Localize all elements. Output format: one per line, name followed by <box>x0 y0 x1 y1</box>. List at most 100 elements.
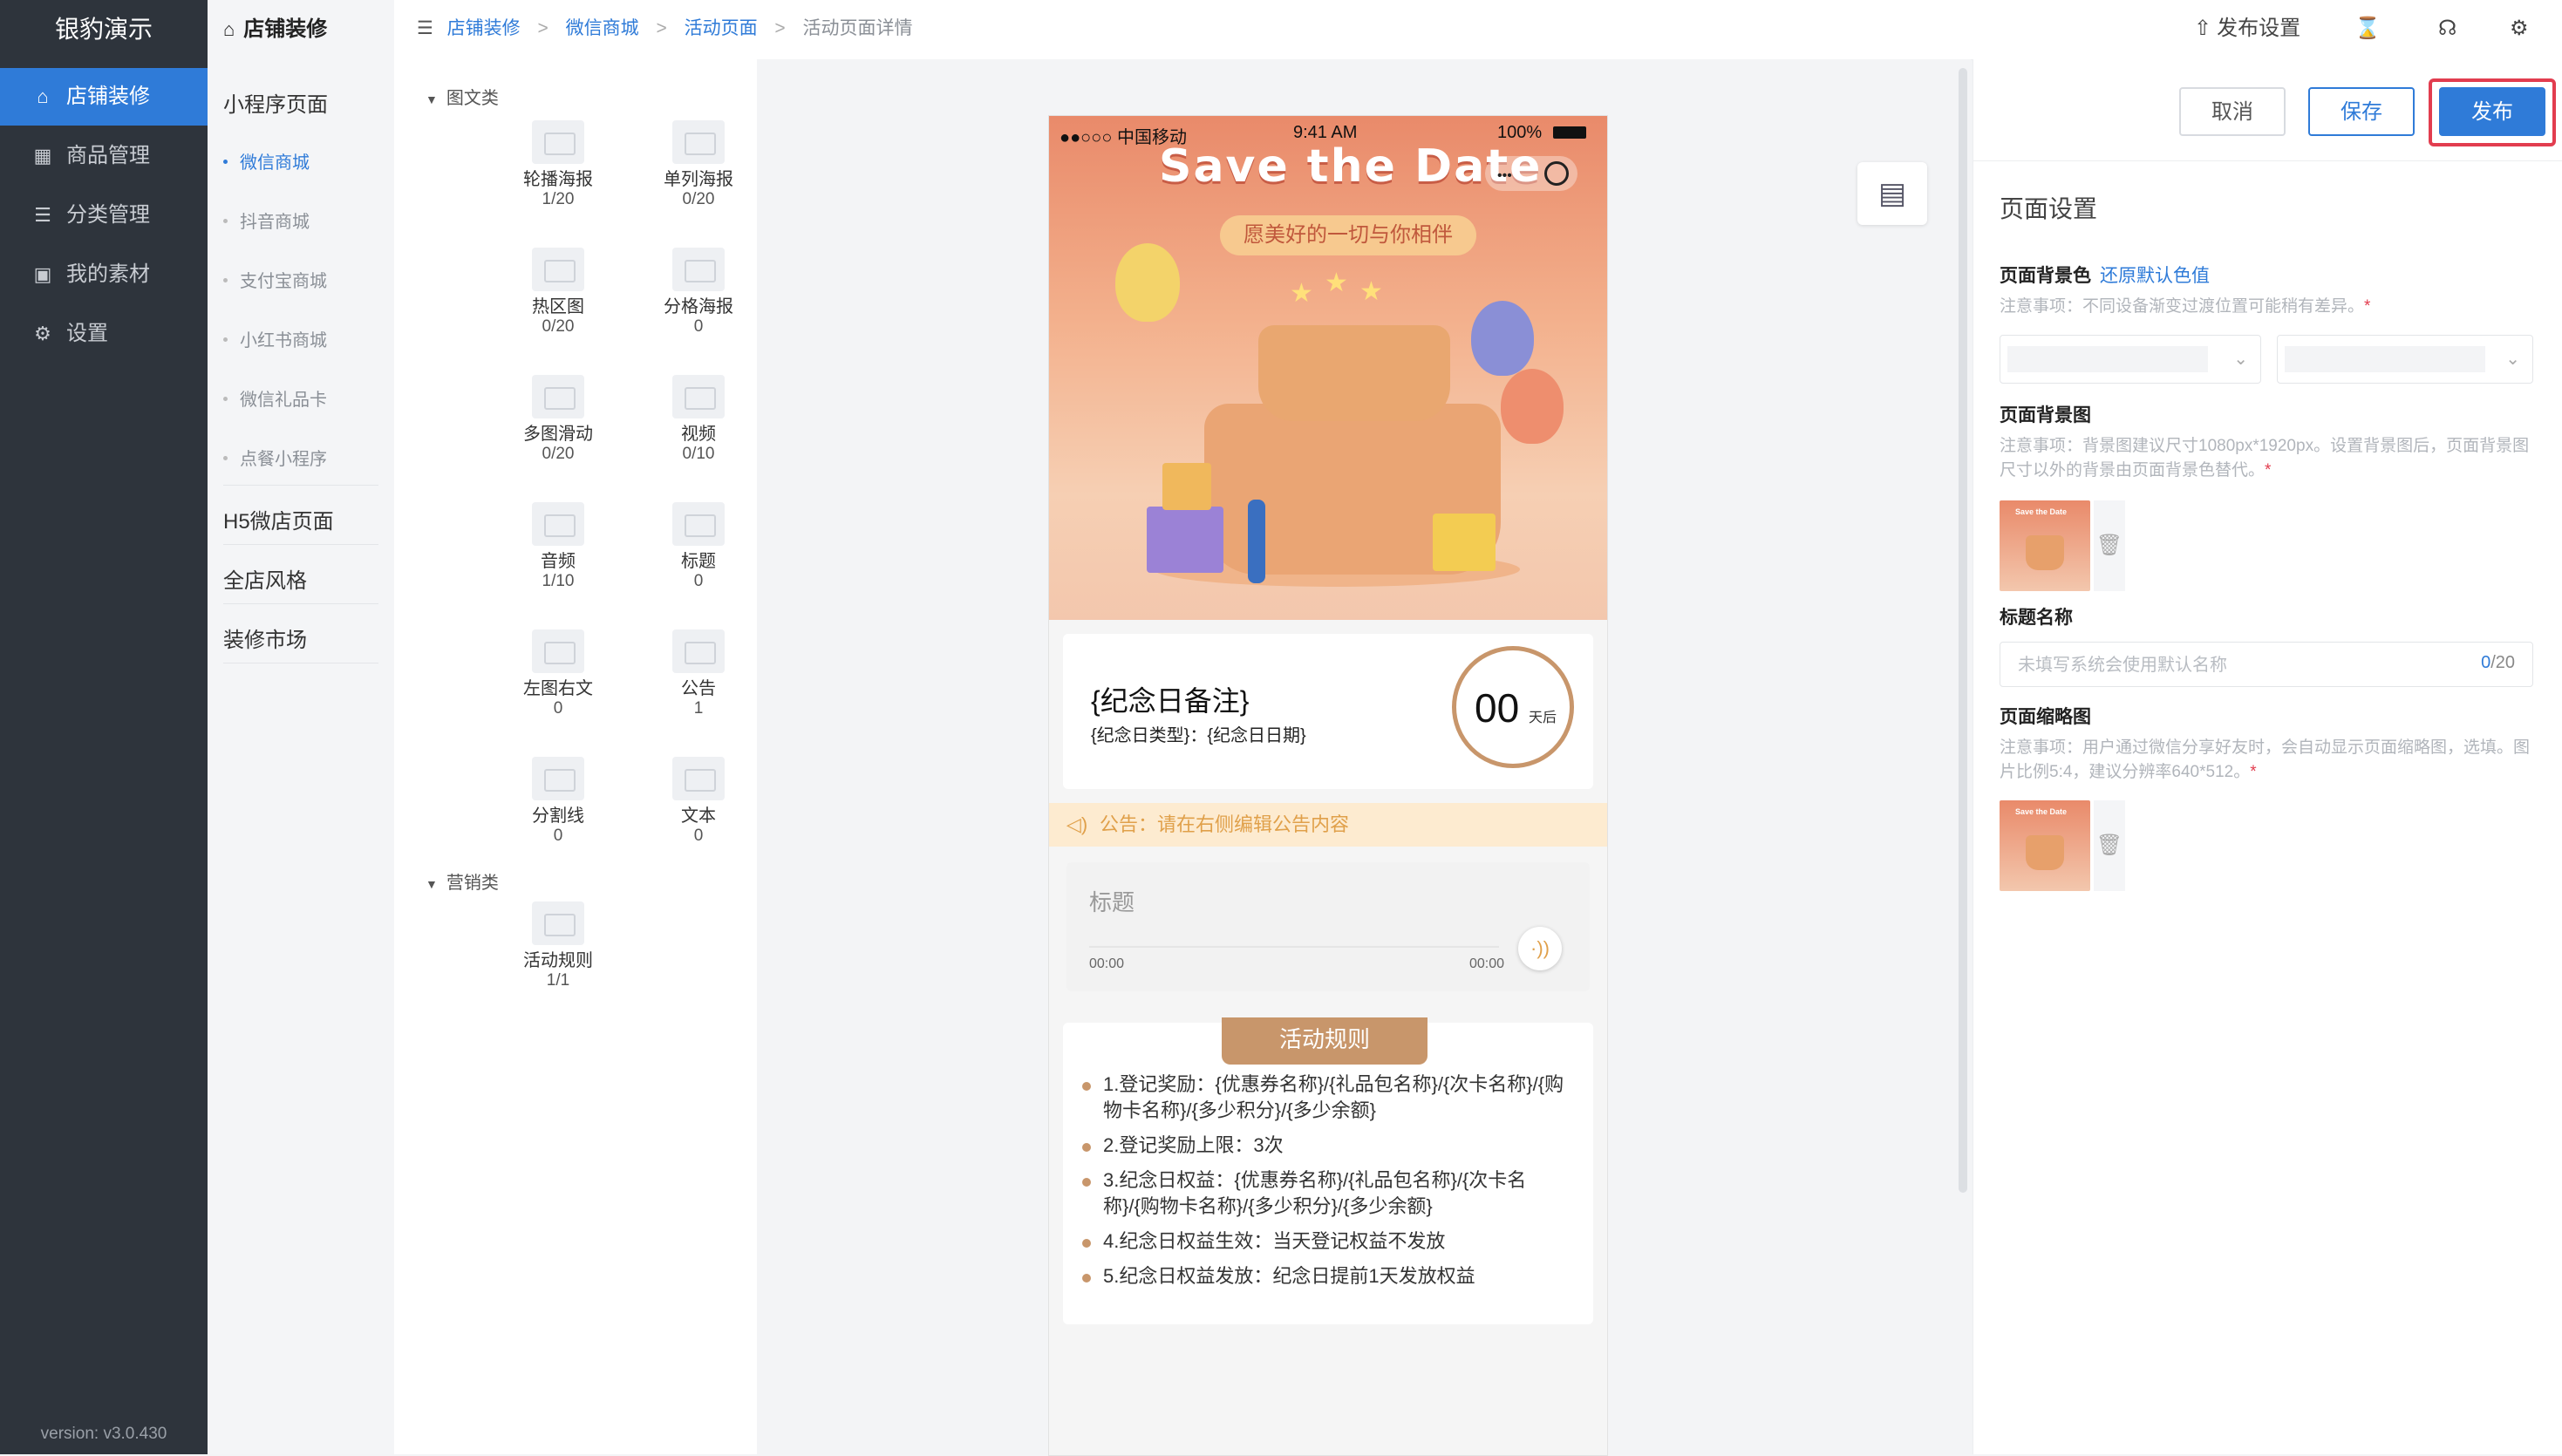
page-thumbnail-image[interactable]: Save the Date <box>2000 800 2090 891</box>
close-circle-icon <box>1544 161 1569 186</box>
nav-group-market[interactable]: 装修市场 <box>223 623 307 653</box>
upload-icon: ⇧ <box>2194 17 2212 40</box>
title-name-field[interactable]: 0/20 <box>2000 642 2533 687</box>
breadcrumb-wechat-mall[interactable]: 微信商城 <box>566 18 639 38</box>
activity-rules-card[interactable]: 活动规则 1.登记奖励：{优惠券名称}/{礼品包名称}/{次卡名称}/{购物卡名… <box>1063 1017 1593 1324</box>
bg-image-note: 注意事项：背景图建议尺寸1080px*1920px。设置背景图后，页面背景图尺寸… <box>2000 437 2530 480</box>
image-icon <box>672 248 725 291</box>
text-icon <box>672 757 725 800</box>
audio-player[interactable]: 标题 00:00 00:00 ·)) <box>1066 862 1590 991</box>
nav-sub-douyin-mall[interactable]: 抖音商城 <box>223 208 310 233</box>
headset-icon[interactable]: ☊ <box>2438 0 2456 58</box>
trash-icon[interactable]: 🗑 <box>2094 500 2125 591</box>
cake-top <box>1258 325 1450 421</box>
nav-sub-wechat-mall[interactable]: 微信商城 <box>223 148 310 173</box>
breadcrumb-store-decoration[interactable]: 店铺装修 <box>447 18 521 38</box>
document-icon <box>532 901 584 945</box>
sidebar-item-store-decoration[interactable]: ⌂ 店铺装修 <box>0 68 208 126</box>
color-swatch <box>2285 346 2485 372</box>
person-figure <box>1248 500 1265 583</box>
version-label: version: v3.0.430 <box>40 1425 167 1443</box>
sidebar-item-products[interactable]: ▦ 商品管理 <box>0 127 208 185</box>
cake-image <box>2026 535 2064 570</box>
bg-image-label: 页面背景图 <box>2000 405 2091 425</box>
sidebar-item-materials[interactable]: ▣ 我的素材 <box>0 246 208 303</box>
widget-divider[interactable]: 分割线 0 <box>497 757 619 846</box>
bg-image-thumbnail[interactable]: Save the Date <box>2000 500 2090 591</box>
miniprogram-capsule[interactable]: ••• <box>1485 156 1577 191</box>
breadcrumb-activity-page[interactable]: 活动页面 <box>685 18 758 38</box>
speaker-icon: ◁) <box>1066 813 1088 835</box>
nav-sub-wechat-giftcard[interactable]: 微信礼品卡 <box>223 385 327 411</box>
widget-text[interactable]: 文本 0 <box>637 757 760 846</box>
sidebar-item-categories[interactable]: ☰ 分类管理 <box>0 187 208 244</box>
countdown-unit: 天后 <box>1529 711 1557 725</box>
secondary-nav-title: ⌂ 店铺装修 <box>223 17 328 41</box>
sidebar-item-settings[interactable]: ⚙ 设置 <box>0 305 208 363</box>
nav-sub-xiaohongshu-mall[interactable]: 小红书商城 <box>223 326 327 351</box>
breadcrumb-current: 活动页面详情 <box>802 18 913 38</box>
char-counter: 0/20 <box>2481 653 2515 672</box>
anniversary-note: {纪念日备注} <box>1091 685 1250 717</box>
rule-item: 2.登记奖励上限：3次 <box>1082 1133 1571 1159</box>
star-icon: ★ <box>1359 277 1383 306</box>
publish-settings-button[interactable]: ⇧ 发布设置 <box>2194 0 2300 58</box>
divider <box>1973 160 2562 161</box>
notice-bar[interactable]: ◁) 公告：请在右侧编辑公告内容 <box>1049 803 1607 847</box>
nav-group-miniprogram[interactable]: 小程序页面 <box>223 87 328 118</box>
gradient-start-color-select[interactable]: ⌄ <box>2000 335 2261 384</box>
nav-sub-ordering-miniprogram[interactable]: 点餐小程序 <box>223 445 327 470</box>
nav-group-h5[interactable]: H5微店页面 <box>223 504 334 534</box>
shop-icon: ⌂ <box>223 18 235 40</box>
widget-image-left-text[interactable]: 左图右文 0 <box>497 629 619 718</box>
publish-highlight <box>2429 78 2556 146</box>
gradient-end-color-select[interactable]: ⌄ <box>2277 335 2533 384</box>
category-graphic[interactable]: ▼ 图文类 <box>426 84 499 109</box>
audio-icon <box>532 502 584 546</box>
widget-hotspot-image[interactable]: 热区图 0/20 <box>497 248 619 337</box>
nav-group-store-style[interactable]: 全店风格 <box>223 563 307 594</box>
category-marketing[interactable]: ▼ 营销类 <box>426 868 499 894</box>
chevron-down-icon: ⌄ <box>2233 350 2248 369</box>
audio-play-icon[interactable]: ·)) <box>1518 927 1562 970</box>
hourglass-icon[interactable]: ⌛ <box>2354 0 2381 58</box>
poster-banner[interactable]: ●●○○○ 中国移动 9:41 AM 100% Save the Date ••… <box>1049 116 1607 620</box>
widget-notice[interactable]: 公告 1 <box>637 629 760 718</box>
nav-sub-alipay-mall[interactable]: 支付宝商城 <box>223 267 327 292</box>
cancel-button[interactable]: 取消 <box>2179 87 2286 136</box>
divider <box>223 485 378 486</box>
widget-title[interactable]: 标题 0 <box>637 502 760 591</box>
widget-grid-poster[interactable]: 分格海报 0 <box>637 248 760 337</box>
save-button[interactable]: 保存 <box>2308 87 2415 136</box>
settings-icon[interactable]: ⚙ <box>2510 0 2529 58</box>
audio-progress[interactable] <box>1089 946 1499 948</box>
widget-library: ▼ 图文类 轮播海报 1/20 单列海报 0/20 热区图 0/20 分格海报 0 多图滑… <box>394 59 757 1454</box>
reset-color-link[interactable]: 还原默认色值 <box>2100 266 2210 286</box>
widget-single-poster[interactable]: 单列海报 0/20 <box>637 120 760 209</box>
image-icon <box>672 120 725 164</box>
rule-item: 5.纪念日权益发放：纪念日提前1天发放权益 <box>1082 1263 1571 1289</box>
bg-color-note: 注意事项：不同设备渐变过渡位置可能稍有差异。* <box>2000 297 2371 316</box>
page-settings-icon[interactable]: ▤ <box>1857 162 1927 225</box>
star-icon: ★ <box>1290 279 1313 308</box>
widget-activity-rules[interactable]: 活动规则 1/1 <box>497 901 619 990</box>
star-icon: ★ <box>1325 269 1348 297</box>
widget-video[interactable]: 视频 0/10 <box>637 375 760 464</box>
image-icon <box>532 120 584 164</box>
poster-ribbon: 愿美好的一切与你相伴 <box>1220 215 1476 255</box>
title-name-input[interactable] <box>2016 651 2421 679</box>
canvas-scrollbar[interactable] <box>1959 68 1967 1193</box>
widget-audio[interactable]: 音频 1/10 <box>497 502 619 591</box>
countdown-card[interactable]: {纪念日备注} {纪念日类型}：{纪念日日期} 00 天后 <box>1063 634 1593 789</box>
trash-icon[interactable]: 🗑 <box>2094 800 2125 891</box>
widget-carousel-poster[interactable]: 轮播海报 1/20 <box>497 120 619 209</box>
list-icon: ☰ <box>34 204 51 226</box>
speaker-icon <box>672 629 725 673</box>
widget-multi-slide[interactable]: 多图滑动 0/20 <box>497 375 619 464</box>
battery-icon <box>1553 126 1586 139</box>
gift-box <box>1433 514 1496 571</box>
video-icon <box>672 375 725 418</box>
image-icon: ▣ <box>33 263 52 285</box>
balloon-red <box>1501 369 1564 444</box>
audio-title: 标题 <box>1089 889 1135 915</box>
